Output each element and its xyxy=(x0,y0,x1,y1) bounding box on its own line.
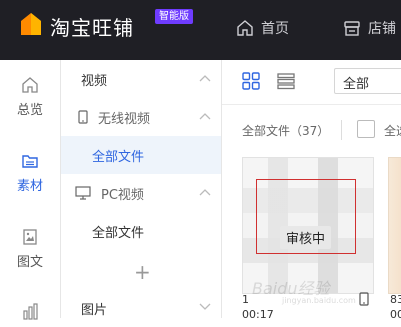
review-status-badge: 审核中 xyxy=(280,226,332,249)
folder-all-files-pc[interactable]: 全部文件 xyxy=(61,212,221,250)
rail-item-data[interactable] xyxy=(0,302,60,325)
video-card[interactable]: 审核中 xyxy=(242,157,374,294)
toolbar: 全部 xyxy=(222,60,401,105)
home-icon xyxy=(237,20,253,36)
video-name: 1 xyxy=(242,293,249,306)
chevron-down-icon[interactable] xyxy=(199,303,211,311)
store-icon xyxy=(344,21,360,36)
add-folder-button[interactable]: + xyxy=(134,260,151,284)
list-view-icon[interactable] xyxy=(277,72,295,90)
video-duration: 00: xyxy=(390,308,401,321)
select-all-label[interactable]: 全选 xyxy=(384,122,401,139)
folder-label: 图片 xyxy=(81,302,108,318)
folder-label: 视频 xyxy=(81,73,108,89)
nav-store[interactable]: 店铺 xyxy=(343,18,396,38)
select-all-checkbox[interactable] xyxy=(357,120,375,138)
file-count: 全部文件（37） xyxy=(242,124,330,138)
video-name: 83 xyxy=(390,293,401,306)
image-doc-icon xyxy=(23,229,37,245)
chevron-up-icon[interactable] xyxy=(199,112,211,120)
chevron-up-icon[interactable] xyxy=(199,74,211,82)
brand-title[interactable]: 淘宝旺铺 xyxy=(50,12,134,41)
folder-label: PC视频 xyxy=(101,187,144,203)
main-content: 全部 全部文件（37） 全选 审核中 1 00:17 83 00: Baidu经… xyxy=(222,60,401,321)
rail-item-overview[interactable]: 总览 xyxy=(0,76,60,118)
video-card[interactable] xyxy=(388,157,401,294)
nav-home-label: 首页 xyxy=(261,21,289,37)
rail-item-label: 图文 xyxy=(16,255,43,270)
folder-images[interactable]: 图片 xyxy=(61,289,221,327)
folder-label: 全部文件 xyxy=(92,225,145,241)
folder-panel: 视频 无线视频 全部文件 PC视频 全部文件 + 图片 xyxy=(61,60,222,318)
rail-item-label: 总览 xyxy=(16,103,43,118)
folder-pc-video[interactable]: PC视频 xyxy=(61,174,221,212)
bar-chart-icon xyxy=(23,303,38,320)
edition-badge: 智能版 xyxy=(155,9,193,24)
folder-wireless-video[interactable]: 无线视频 xyxy=(61,98,221,136)
nav-store-label: 店铺 xyxy=(368,21,396,37)
folder-label: 全部文件 xyxy=(92,149,145,165)
rail-item-materials[interactable]: 素材 xyxy=(0,152,60,194)
chevron-up-icon[interactable] xyxy=(199,188,211,196)
top-bar: 淘宝旺铺 智能版 首页 店铺 xyxy=(0,0,401,60)
monitor-icon xyxy=(75,186,91,200)
grid-view-icon[interactable] xyxy=(242,72,260,90)
rail-item-label: 素材 xyxy=(16,179,43,194)
phone-icon xyxy=(78,110,88,124)
video-duration: 00:17 xyxy=(242,308,274,321)
folder-label: 无线视频 xyxy=(98,111,151,127)
folder-all-files-wireless[interactable]: 全部文件 xyxy=(61,136,221,174)
phone-icon xyxy=(359,292,369,306)
home-icon xyxy=(22,77,38,93)
folder-icon xyxy=(22,155,38,168)
file-type-select[interactable]: 全部 xyxy=(334,68,401,94)
watermark-url: jingyan.baidu.com xyxy=(282,296,356,305)
taobao-logo-icon xyxy=(21,13,41,35)
folder-video[interactable]: 视频 xyxy=(61,60,221,98)
nav-home[interactable]: 首页 xyxy=(236,18,289,38)
icon-rail: 总览 素材 图文 xyxy=(0,60,61,320)
divider xyxy=(341,120,342,140)
rail-item-graphics[interactable]: 图文 xyxy=(0,228,60,270)
